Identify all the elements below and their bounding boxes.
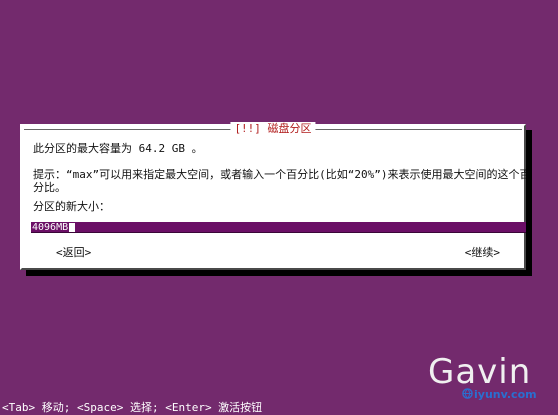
dialog-title: [!!] 磁盘分区: [230, 122, 316, 136]
dialog-shadow-right: [526, 130, 532, 276]
partition-size-dialog: [!!] 磁盘分区 此分区的最大容量为 64.2 GB 。 提示：“max”可以…: [20, 122, 530, 270]
max-size-text: 此分区的最大容量为 64.2 GB 。: [33, 142, 203, 155]
hint-text-line-1: 提示：“max”可以用来指定最大空间，或者输入一个百分比(比如“20%”)来表示…: [33, 168, 531, 181]
watermark: Gavin iyunv.com: [428, 352, 548, 404]
dialog-shadow-bottom: [26, 270, 532, 276]
keyboard-help-bar: <Tab> 移动; <Space> 选择; <Enter> 激活按钮: [2, 401, 263, 414]
watermark-name: Gavin: [428, 352, 532, 392]
watermark-site: iyunv.com: [474, 388, 537, 401]
text-cursor: [69, 222, 76, 232]
globe-icon: [462, 388, 473, 399]
new-size-label: 分区的新大小：: [33, 200, 110, 213]
new-size-input-value: 4096MB: [32, 221, 69, 233]
hint-text-line-2: 分比。: [33, 181, 66, 194]
back-button[interactable]: <返回>: [56, 246, 91, 260]
new-size-input[interactable]: 4096MB: [31, 222, 527, 233]
continue-button[interactable]: <继续>: [465, 246, 500, 260]
